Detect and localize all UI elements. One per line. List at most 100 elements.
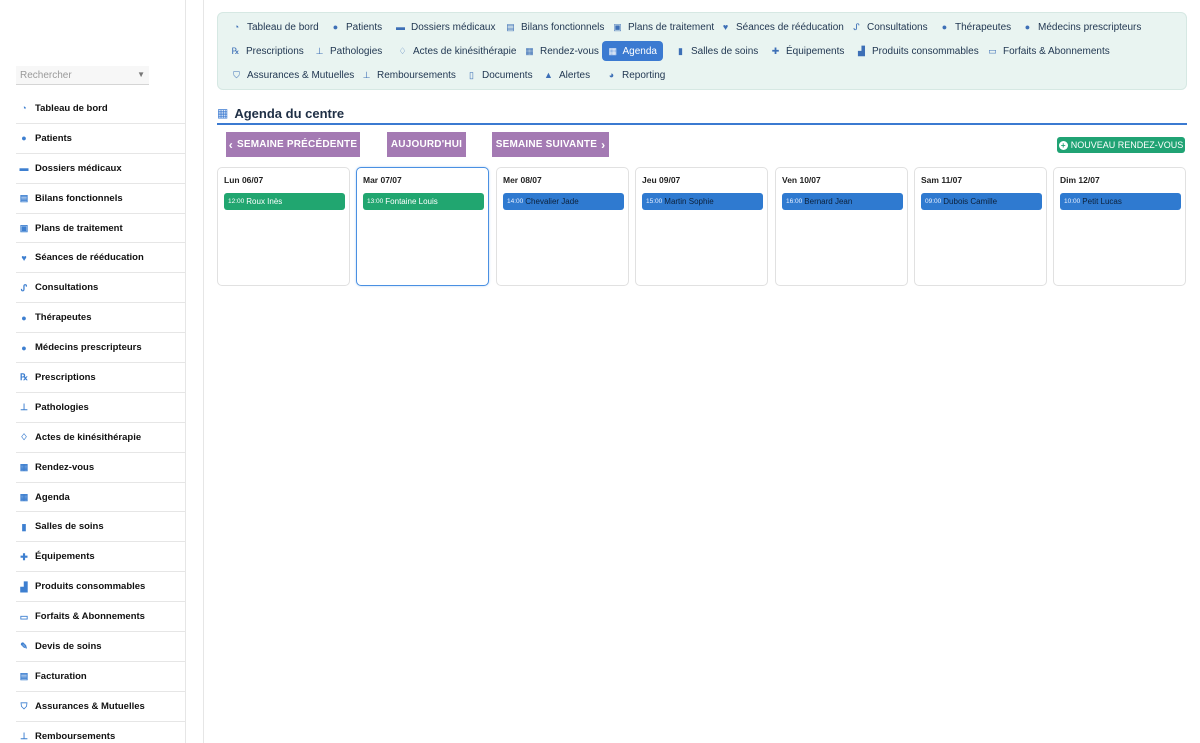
next-week-button[interactable]: SEMAINE SUIVANTE › bbox=[492, 132, 609, 157]
day-column[interactable]: Jeu 09/07 15:00 Martin Sophie bbox=[635, 167, 768, 286]
sidebar-item-produits-consommables[interactable]: ▟ Produits consommables bbox=[16, 572, 186, 603]
today-button[interactable]: AUJOURD'HUI bbox=[387, 132, 466, 157]
document-icon: ▯ bbox=[469, 69, 474, 80]
tab-documents[interactable]: ▯ Documents bbox=[460, 65, 539, 85]
day-column-selected[interactable]: Mar 07/07 13:00 Fontaine Louis bbox=[356, 167, 489, 286]
medkit-icon: ✚ bbox=[771, 45, 780, 56]
sidebar-item-devis-de-soins[interactable]: ✎ Devis de soins bbox=[16, 632, 186, 662]
sidebar-item-medecins-prescripteurs[interactable]: ● Médecins prescripteurs bbox=[16, 333, 186, 364]
day-column[interactable]: Dim 12/07 10:00 Petit Lucas bbox=[1053, 167, 1186, 286]
tab-assurances-mutuelles[interactable]: ⛉ Assurances & Mutuelles bbox=[225, 65, 360, 85]
appointment[interactable]: 09:00 Dubois Camille bbox=[921, 193, 1042, 210]
chevron-down-icon: ▼ bbox=[137, 70, 145, 79]
tab-reporting[interactable]: ◕ Reporting bbox=[600, 65, 671, 85]
tab-equipements[interactable]: ✚ Équipements bbox=[764, 41, 850, 61]
appointment-time: 12:00 bbox=[228, 198, 245, 205]
sidebar-item-patients[interactable]: ● Patients bbox=[16, 124, 186, 154]
new-appointment-button[interactable]: + NOUVEAU RENDEZ-VOUS bbox=[1057, 137, 1185, 153]
sidebar-item-label: Bilans fonctionnels bbox=[35, 192, 123, 204]
tab-dossiers-medicaux[interactable]: ▬ Dossiers médicaux bbox=[389, 17, 501, 37]
sidebar-item-label: Séances de rééducation bbox=[35, 252, 144, 264]
search-placeholder: Rechercher bbox=[20, 70, 72, 81]
calendar-icon: ▦ bbox=[217, 106, 229, 120]
tab-pathologies[interactable]: ⊥ Pathologies bbox=[308, 41, 388, 61]
day-column[interactable]: Sam 11/07 09:00 Dubois Camille bbox=[914, 167, 1047, 286]
sidebar-item-facturation[interactable]: ▤ Facturation bbox=[16, 662, 186, 692]
sidebar-item-assurances-mutuelles[interactable]: ⛉ Assurances & Mutuelles bbox=[16, 692, 186, 722]
sidebar-item-rendez-vous[interactable]: ▦ Rendez-vous bbox=[16, 453, 186, 483]
warning-icon: ▲ bbox=[544, 69, 553, 80]
sidebar-item-label: Remboursements bbox=[35, 730, 116, 742]
appointment-time: 13:00 bbox=[367, 198, 384, 205]
sidebar-item-dossiers-medicaux[interactable]: ▬ Dossiers médicaux bbox=[16, 154, 186, 184]
tab-forfaits-abonnements[interactable]: ▭ Forfaits & Abonnements bbox=[981, 41, 1116, 61]
heart-icon: ♥ bbox=[722, 21, 729, 32]
tab-medecins-prescripteurs[interactable]: ● Médecins prescripteurs bbox=[1016, 17, 1147, 37]
sidebar-item-label: Tableau de bord bbox=[35, 102, 108, 114]
sidebar-item-label: Agenda bbox=[35, 491, 70, 503]
tab-label: Équipements bbox=[786, 45, 845, 57]
tab-label: Pathologies bbox=[330, 45, 383, 57]
previous-week-button[interactable]: ‹ SEMAINE PRÉCÉDENTE bbox=[226, 132, 360, 157]
calendar-check-icon: ▦ bbox=[19, 462, 29, 473]
search-select[interactable]: Rechercher ▼ bbox=[16, 66, 149, 85]
hand-money-icon: ⊥ bbox=[362, 69, 371, 80]
appointment[interactable]: 15:00 Martin Sophie bbox=[642, 193, 763, 210]
sidebar-item-seances-de-reeducation[interactable]: ♥ Séances de rééducation bbox=[16, 243, 186, 274]
appointment-patient: Dubois Camille bbox=[943, 197, 998, 206]
appointment[interactable]: 13:00 Fontaine Louis bbox=[363, 193, 484, 210]
day-column[interactable]: Mer 08/07 14:00 Chevalier Jade bbox=[496, 167, 629, 286]
tab-label: Consultations bbox=[867, 21, 928, 33]
day-column[interactable]: Ven 10/07 16:00 Bernard Jean bbox=[775, 167, 908, 286]
appointment-time: 15:00 bbox=[646, 198, 663, 205]
appointment-time: 10:00 bbox=[1064, 198, 1081, 205]
sidebar-item-label: Dossiers médicaux bbox=[35, 162, 122, 174]
sidebar-item-pathologies[interactable]: ⊥ Pathologies bbox=[16, 393, 186, 423]
appointment[interactable]: 12:00 Roux Inès bbox=[224, 193, 345, 210]
tab-remboursements[interactable]: ⊥ Remboursements bbox=[355, 65, 462, 85]
day-label: Dim 12/07 bbox=[1060, 175, 1100, 185]
sidebar-item-label: Assurances & Mutuelles bbox=[35, 700, 145, 712]
page-title: Agenda du centre bbox=[234, 105, 345, 121]
sidebar-item-bilans-fonctionnels[interactable]: ▤ Bilans fonctionnels bbox=[16, 184, 186, 214]
tab-tableau-de-bord[interactable]: ◔ Tableau de bord bbox=[225, 17, 325, 37]
tab-actes-de-kinesitherapie[interactable]: ♢ Actes de kinésithérapie bbox=[391, 41, 522, 61]
clipboard-icon: ▤ bbox=[506, 21, 515, 32]
door-icon: ▮ bbox=[678, 45, 683, 56]
appointment[interactable]: 10:00 Petit Lucas bbox=[1060, 193, 1181, 210]
sidebar-item-consultations[interactable]: ᔑ Consultations bbox=[16, 273, 186, 304]
day-column[interactable]: Lun 06/07 12:00 Roux Inès bbox=[217, 167, 350, 286]
tab-agenda[interactable]: ▦ Agenda bbox=[602, 41, 663, 61]
tab-seances-de-reeducation[interactable]: ♥ Séances de rééducation bbox=[714, 17, 850, 37]
tab-produits-consommables[interactable]: ▟ Produits consommables bbox=[850, 41, 985, 61]
appointment-patient: Fontaine Louis bbox=[385, 197, 438, 206]
doctor-icon: ● bbox=[21, 342, 27, 353]
appointment[interactable]: 16:00 Bernard Jean bbox=[782, 193, 903, 210]
sidebar-item-equipements[interactable]: ✚ Équipements bbox=[16, 542, 186, 573]
tab-bilans-fonctionnels[interactable]: ▤ Bilans fonctionnels bbox=[499, 17, 610, 37]
previous-week-label: SEMAINE PRÉCÉDENTE bbox=[236, 139, 358, 150]
sidebar-item-remboursements[interactable]: ⊥ Remboursements bbox=[16, 722, 186, 743]
tab-label: Bilans fonctionnels bbox=[521, 21, 605, 33]
calendar-icon: ▦ bbox=[19, 492, 29, 503]
tab-rendez-vous[interactable]: ▦ Rendez-vous bbox=[518, 41, 605, 61]
chevron-left-icon: ‹ bbox=[228, 137, 233, 152]
procedures-icon: ⊥ bbox=[315, 45, 324, 56]
sidebar-item-prescriptions[interactable]: ℞ Prescriptions bbox=[16, 363, 186, 393]
tab-salles-de-soins[interactable]: ▮ Salles de soins bbox=[669, 41, 764, 61]
tab-patients[interactable]: ● Patients bbox=[324, 17, 388, 37]
sidebar-item-plans-de-traitement[interactable]: ▣ Plans de traitement bbox=[16, 214, 186, 244]
tab-prescriptions[interactable]: ℞ Prescriptions bbox=[224, 41, 310, 61]
sidebar-item-actes-de-kinesitherapie[interactable]: ♢ Actes de kinésithérapie bbox=[16, 423, 186, 453]
sidebar-item-salles-de-soins[interactable]: ▮ Salles de soins bbox=[16, 512, 186, 543]
sidebar-item-forfaits-abonnements[interactable]: ▭ Forfaits & Abonnements bbox=[16, 602, 186, 633]
sidebar-item-tableau-de-bord[interactable]: ◔ Tableau de bord bbox=[16, 94, 186, 124]
sidebar-item-agenda[interactable]: ▦ Agenda bbox=[16, 483, 186, 513]
tab-alertes[interactable]: ▲ Alertes bbox=[537, 65, 596, 85]
tab-therapeutes[interactable]: ● Thérapeutes bbox=[933, 17, 1017, 37]
tab-plans-de-traitement[interactable]: ▣ Plans de traitement bbox=[606, 17, 720, 37]
tab-consultations[interactable]: ᔑ Consultations bbox=[845, 17, 934, 37]
appointment[interactable]: 14:00 Chevalier Jade bbox=[503, 193, 624, 210]
stethoscope-icon: ᔑ bbox=[853, 21, 860, 32]
sidebar-item-therapeutes[interactable]: ● Thérapeutes bbox=[16, 303, 186, 334]
